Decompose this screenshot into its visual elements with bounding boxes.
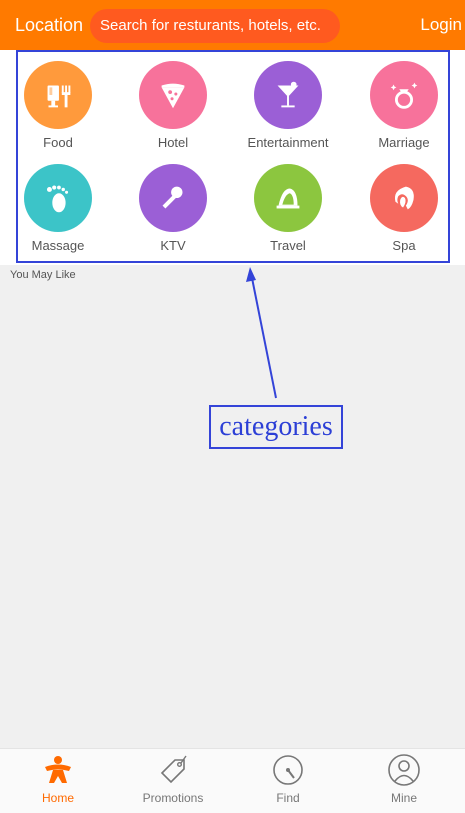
bottom-tab-bar: Home Promotions Find Mine: [0, 748, 465, 813]
tab-find[interactable]: Find: [238, 753, 338, 805]
search-input[interactable]: [90, 9, 340, 43]
compass-icon: [273, 755, 303, 785]
section-you-may-like: You May Like: [10, 269, 76, 281]
tab-label: Promotions: [142, 791, 204, 805]
tab-label: Home: [41, 791, 74, 805]
annotation-label: categories: [209, 405, 343, 449]
top-header: Location Login: [0, 0, 465, 50]
tab-promotions[interactable]: Promotions: [123, 753, 223, 805]
location-selector[interactable]: Location: [15, 15, 83, 36]
tab-label: Mine: [390, 791, 417, 805]
user-icon: [388, 754, 420, 786]
tab-mine[interactable]: Mine: [354, 753, 454, 805]
tag-icon: [160, 755, 187, 784]
login-link[interactable]: Login: [420, 15, 462, 35]
home-person-icon: [45, 756, 71, 783]
categories-annotation-box: [16, 50, 450, 263]
tab-label: Find: [276, 791, 300, 805]
tab-home[interactable]: Home: [8, 753, 108, 805]
